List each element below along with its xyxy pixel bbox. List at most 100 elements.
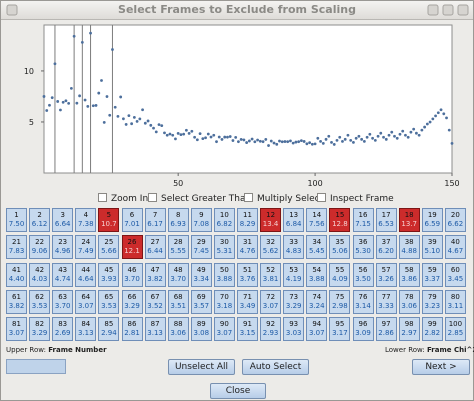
frame-cell[interactable]: 89 3.08 xyxy=(190,317,212,342)
chi2-plot[interactable]: 50 100 150 5 10 xyxy=(4,23,470,190)
frame-cell[interactable]: 27 6.44 xyxy=(144,235,166,260)
maximize-icon[interactable] xyxy=(442,4,454,16)
close-button[interactable]: Close xyxy=(210,383,266,399)
frame-cell[interactable]: 16 7.15 xyxy=(352,208,374,232)
frame-cell[interactable]: 57 3.26 xyxy=(375,262,397,287)
frame-cell[interactable]: 18 13.7 xyxy=(398,208,420,232)
frame-cell[interactable]: 52 3.81 xyxy=(260,262,282,287)
frame-cell[interactable]: 45 3.93 xyxy=(98,262,120,287)
unselect-all-button[interactable]: Unselect All xyxy=(168,359,235,375)
frame-cell[interactable]: 91 3.15 xyxy=(237,317,258,342)
frame-cell[interactable]: 28 5.55 xyxy=(167,235,189,260)
frame-cell[interactable]: 82 3.29 xyxy=(29,317,51,342)
inspect-frame-option[interactable]: Inspect Frame xyxy=(317,193,394,204)
frame-cell[interactable]: 38 4.88 xyxy=(398,235,420,260)
frame-cell[interactable]: 21 7.83 xyxy=(6,235,27,260)
frame-cell[interactable]: 59 3.37 xyxy=(421,262,443,287)
frame-cell[interactable]: 19 6.59 xyxy=(421,208,443,232)
inspect-frame-checkbox[interactable] xyxy=(317,193,326,202)
frame-cell[interactable]: 13 6.84 xyxy=(283,208,305,232)
select-greater-option[interactable]: Select Greater Than xyxy=(148,193,251,204)
frame-cell[interactable]: 33 4.83 xyxy=(283,235,305,260)
frame-cell[interactable]: 7 6.17 xyxy=(144,208,166,232)
frame-cell[interactable]: 3 6.64 xyxy=(52,208,74,232)
frame-cell[interactable]: 74 3.24 xyxy=(306,289,328,314)
frame-cell[interactable]: 67 3.52 xyxy=(144,289,166,314)
frame-cell[interactable]: 84 3.13 xyxy=(75,317,97,342)
frame-cell[interactable]: 46 3.70 xyxy=(121,262,143,287)
frame-cell[interactable]: 29 7.45 xyxy=(190,235,212,260)
frame-cell[interactable]: 49 3.34 xyxy=(190,262,212,287)
close-window-icon[interactable] xyxy=(457,4,469,16)
frame-cell[interactable]: 31 4.76 xyxy=(237,235,258,260)
frame-cell[interactable]: 53 4.19 xyxy=(283,262,305,287)
frame-cell[interactable]: 94 3.07 xyxy=(306,317,328,342)
frame-cell[interactable]: 35 5.06 xyxy=(329,235,351,260)
multiply-select-option[interactable]: Multiply Select xyxy=(244,193,323,204)
frame-cell[interactable]: 64 3.07 xyxy=(75,289,97,314)
frame-cell[interactable]: 44 4.64 xyxy=(75,262,97,287)
frame-cell[interactable]: 10 6.82 xyxy=(213,208,235,232)
frame-cell[interactable]: 93 3.03 xyxy=(283,317,305,342)
frame-cell[interactable]: 39 5.10 xyxy=(421,235,443,260)
frame-cell[interactable]: 66 3.29 xyxy=(121,289,143,314)
frame-cell[interactable]: 6 7.01 xyxy=(121,208,143,232)
frame-cell[interactable]: 26 12.1 xyxy=(121,235,143,260)
frame-cell[interactable]: 69 3.57 xyxy=(190,289,212,314)
zoom-in-option[interactable]: Zoom In xyxy=(98,193,148,204)
frame-cell[interactable]: 24 7.49 xyxy=(75,235,97,260)
frame-cell[interactable]: 1 7.50 xyxy=(6,208,27,232)
frame-cell[interactable]: 62 3.53 xyxy=(29,289,51,314)
frame-cell[interactable]: 95 3.17 xyxy=(329,317,351,342)
frame-cell[interactable]: 5 10.7 xyxy=(98,208,120,232)
auto-select-button[interactable]: Auto Select xyxy=(242,359,309,375)
frame-cell[interactable]: 2 6.12 xyxy=(29,208,51,232)
frame-cell[interactable]: 71 3.49 xyxy=(237,289,258,314)
frame-cell[interactable]: 76 3.14 xyxy=(352,289,374,314)
frame-cell[interactable]: 92 2.93 xyxy=(260,317,282,342)
frame-cell[interactable]: 40 4.67 xyxy=(444,235,466,260)
frame-cell[interactable]: 87 3.13 xyxy=(144,317,166,342)
frame-cell[interactable]: 51 3.76 xyxy=(237,262,258,287)
frame-cell[interactable]: 34 5.45 xyxy=(306,235,328,260)
frame-cell[interactable]: 9 7.08 xyxy=(190,208,212,232)
frame-cell[interactable]: 4 7.38 xyxy=(75,208,97,232)
frame-cell[interactable]: 75 2.98 xyxy=(329,289,351,314)
frame-cell[interactable]: 47 3.82 xyxy=(144,262,166,287)
frame-cell[interactable]: 80 3.11 xyxy=(444,289,466,314)
frame-cell[interactable]: 81 3.07 xyxy=(6,317,27,342)
frame-cell[interactable]: 48 3.70 xyxy=(167,262,189,287)
frame-cell[interactable]: 23 4.96 xyxy=(52,235,74,260)
frame-cell[interactable]: 37 6.20 xyxy=(375,235,397,260)
frame-cell[interactable]: 96 3.09 xyxy=(352,317,374,342)
frame-cell[interactable]: 15 12.8 xyxy=(329,208,351,232)
frame-cell[interactable]: 98 2.97 xyxy=(398,317,420,342)
frame-cell[interactable]: 70 3.18 xyxy=(213,289,235,314)
frame-cell[interactable]: 60 3.45 xyxy=(444,262,466,287)
frame-cell[interactable]: 72 3.07 xyxy=(260,289,282,314)
frame-cell[interactable]: 79 3.23 xyxy=(421,289,443,314)
frame-cell[interactable]: 78 3.06 xyxy=(398,289,420,314)
multiply-select-checkbox[interactable] xyxy=(244,193,253,202)
frame-cell[interactable]: 61 3.82 xyxy=(6,289,27,314)
frame-cell[interactable]: 90 3.07 xyxy=(213,317,235,342)
frame-cell[interactable]: 99 2.82 xyxy=(421,317,443,342)
frame-cell[interactable]: 41 4.40 xyxy=(6,262,27,287)
frame-cell[interactable]: 17 6.53 xyxy=(375,208,397,232)
frame-cell[interactable]: 100 2.85 xyxy=(444,317,466,342)
frame-cell[interactable]: 42 4.03 xyxy=(29,262,51,287)
frame-cell[interactable]: 25 5.66 xyxy=(98,235,120,260)
frame-cell[interactable]: 73 3.29 xyxy=(283,289,305,314)
frame-cell[interactable]: 36 5.30 xyxy=(352,235,374,260)
minimize-icon[interactable] xyxy=(427,4,439,16)
frame-cell[interactable]: 97 2.86 xyxy=(375,317,397,342)
frame-cell[interactable]: 20 6.62 xyxy=(444,208,466,232)
next-button[interactable]: Next > xyxy=(412,359,470,375)
frame-cell[interactable]: 11 8.29 xyxy=(237,208,258,232)
frame-cell[interactable]: 85 2.94 xyxy=(98,317,120,342)
frame-cell[interactable]: 43 4.74 xyxy=(52,262,74,287)
frame-cell[interactable]: 12 13.4 xyxy=(260,208,282,232)
scatter-plot-svg[interactable]: 50 100 150 5 10 xyxy=(4,23,470,190)
frame-cell[interactable]: 88 3.06 xyxy=(167,317,189,342)
frame-cell[interactable]: 58 3.86 xyxy=(398,262,420,287)
